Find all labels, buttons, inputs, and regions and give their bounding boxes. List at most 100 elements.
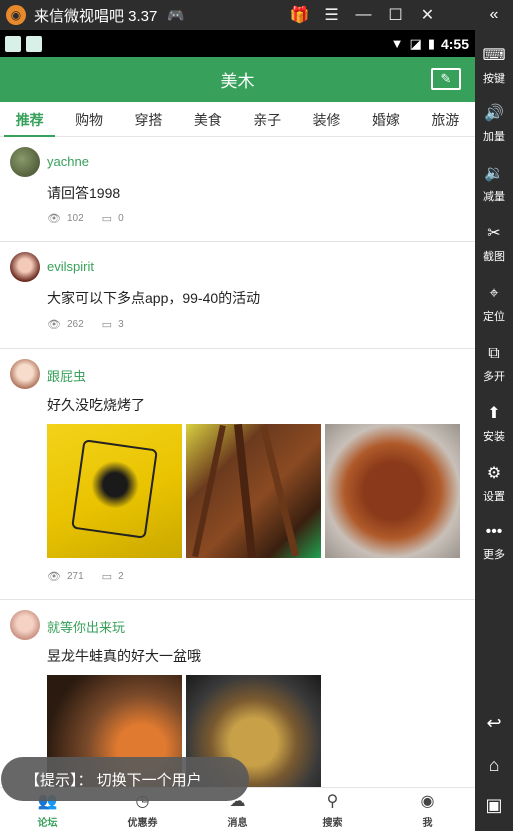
volume-down-icon: 🔉 (484, 165, 504, 182)
no-signal-icon: ◪ (409, 35, 422, 51)
page-title: 美木 (220, 72, 255, 91)
comment-count: 2 (118, 571, 124, 582)
category-tabs: 推荐 购物 穿搭 美食 亲子 装修 婚嫁 旅游 (0, 102, 475, 137)
sidebar-item-volume-up[interactable]: 🔊 加量 (475, 98, 513, 150)
more-dots-icon: ••• (485, 523, 503, 540)
sidebar-item-settings[interactable]: ⚙ 设置 (475, 458, 513, 510)
sidebar-item-label: 多开 (483, 371, 505, 383)
comment-count: 0 (118, 213, 124, 224)
nav-label: 我 (422, 817, 433, 829)
post-username[interactable]: evilspirit (47, 259, 94, 274)
menu-icon[interactable]: ☰ (318, 0, 345, 30)
post-text: 昱龙牛蛙真的好大一盆哦 (47, 648, 201, 664)
collapse-sidebar-icon[interactable]: « (475, 0, 513, 30)
location-pin-icon: ⌖ (489, 285, 499, 302)
post-meta: 👁 262 ▭ 3 (47, 318, 124, 331)
eye-icon: 👁 (47, 213, 61, 225)
avatar[interactable] (10, 610, 40, 640)
emulator-sidebar: « ⌨ 按键 🔊 加量 🔉 减量 ✂ 截图 ⌖ 定位 ⧉ 多开 ⬆ 安装 ⚙ 设… (475, 0, 513, 831)
volume-up-icon: 🔊 (484, 105, 504, 122)
sidebar-item-multi-instance[interactable]: ⧉ 多开 (475, 338, 513, 390)
scissors-icon: ✂ (487, 225, 501, 242)
sidebar-item-location[interactable]: ⌖ 定位 (475, 278, 513, 330)
sidebar-item-label: 更多 (483, 549, 505, 561)
sidebar-item-label: 减量 (483, 191, 505, 203)
tab-recommended[interactable]: 推荐 (0, 102, 59, 137)
multi-window-icon: ⧉ (488, 345, 500, 362)
view-count: 102 (66, 213, 84, 224)
eye-icon: 👁 (47, 571, 61, 583)
tab-outfits[interactable]: 穿搭 (119, 102, 178, 137)
wifi-icon: ▼ (390, 36, 404, 51)
gift-icon[interactable]: 🎁 (286, 0, 313, 30)
gear-icon: ⚙ (486, 465, 502, 482)
search-icon: ⚲ (326, 792, 339, 810)
android-home-icon[interactable]: ⌂ (475, 750, 513, 780)
apk-install-icon: ⬆ (487, 405, 501, 422)
android-back-icon[interactable]: ↩ (475, 708, 513, 738)
user-icon: ◉ (420, 792, 435, 810)
sidebar-item-install[interactable]: ⬆ 安装 (475, 398, 513, 450)
post-username[interactable]: yachne (47, 154, 89, 169)
app-header: 美木 ✎ (0, 57, 475, 102)
sidebar-item-label: 安装 (483, 431, 505, 443)
avatar[interactable] (10, 359, 40, 389)
gamepad-icon[interactable]: 🎮 (167, 7, 184, 24)
battery-icon: ▮ (427, 35, 435, 51)
minimize-icon[interactable]: — (350, 0, 377, 30)
tab-wedding[interactable]: 婚嫁 (356, 102, 415, 137)
avatar[interactable] (10, 252, 40, 282)
notification-icon (26, 35, 42, 52)
emulator-window-controls: 🎁 ☰ — ☐ ✕ (286, 0, 446, 30)
toast-message: 【提示】： 切换下一个用户 (1, 757, 249, 801)
post-image-grilled-fish[interactable] (325, 424, 460, 558)
android-status-bar: ▼ ◪ ▮ 4:55 (0, 30, 475, 57)
nav-search[interactable]: ⚲ 搜索 (285, 788, 380, 831)
comment-icon: ▭ (101, 319, 113, 331)
post-username[interactable]: 就等你出来玩 (47, 617, 125, 636)
eye-icon: 👁 (47, 319, 61, 331)
pencil-icon: ✎ (440, 71, 452, 86)
nav-label: 优惠券 (127, 817, 158, 829)
maximize-icon[interactable]: ☐ (382, 0, 409, 30)
tab-parenting[interactable]: 亲子 (238, 102, 297, 137)
nav-label: 搜索 (322, 817, 343, 829)
compose-post-button[interactable]: ✎ (431, 68, 461, 90)
post-image-yellow-bag[interactable] (47, 424, 182, 558)
post-meta: 👁 102 ▭ 0 (47, 212, 124, 225)
comment-icon: ▭ (101, 213, 113, 225)
tab-travel[interactable]: 旅游 (416, 102, 475, 137)
sidebar-item-label: 定位 (483, 311, 505, 323)
post-item[interactable]: 跟屁虫 好久没吃烧烤了 👁 271 ▭ 2 (0, 349, 475, 600)
close-icon[interactable]: ✕ (414, 0, 441, 30)
keyboard-icon: ⌨ (482, 47, 506, 64)
notification-icon (5, 35, 21, 52)
post-item[interactable]: yachne 请回答1998 👁 102 ▭ 0 (0, 137, 475, 242)
post-item[interactable]: evilspirit 大家可以下多点app，99-40的活动 👁 262 ▭ 3 (0, 242, 475, 349)
comment-icon: ▭ (101, 571, 113, 583)
emulator-logo-icon: ◉ (6, 5, 26, 25)
sidebar-item-keys[interactable]: ⌨ 按键 (475, 40, 513, 92)
avatar[interactable] (10, 147, 40, 177)
sidebar-item-label: 加量 (483, 131, 505, 143)
status-time: 4:55 (440, 35, 469, 52)
post-meta: 👁 271 ▭ 2 (47, 570, 124, 583)
sidebar-item-volume-down[interactable]: 🔉 减量 (475, 158, 513, 210)
nav-label: 论坛 (37, 817, 58, 829)
tab-decoration[interactable]: 装修 (297, 102, 356, 137)
tab-shopping[interactable]: 购物 (59, 102, 118, 137)
nav-me[interactable]: ◉ 我 (380, 788, 475, 831)
view-count: 262 (66, 319, 84, 330)
post-text: 请回答1998 (47, 185, 121, 201)
post-username[interactable]: 跟屁虫 (47, 366, 86, 385)
post-image-skewers[interactable] (186, 424, 321, 558)
post-feed: yachne 请回答1998 👁 102 ▭ 0 evilspirit 大家可以… (0, 137, 475, 787)
sidebar-item-label: 截图 (483, 251, 505, 263)
sidebar-item-screenshot[interactable]: ✂ 截图 (475, 218, 513, 270)
tab-food[interactable]: 美食 (178, 102, 237, 137)
nav-label: 消息 (227, 817, 248, 829)
android-recents-icon[interactable]: ▣ (475, 790, 513, 820)
sidebar-item-more[interactable]: ••• 更多 (475, 516, 513, 568)
post-text: 大家可以下多点app，99-40的活动 (47, 290, 261, 306)
comment-count: 3 (118, 319, 124, 330)
